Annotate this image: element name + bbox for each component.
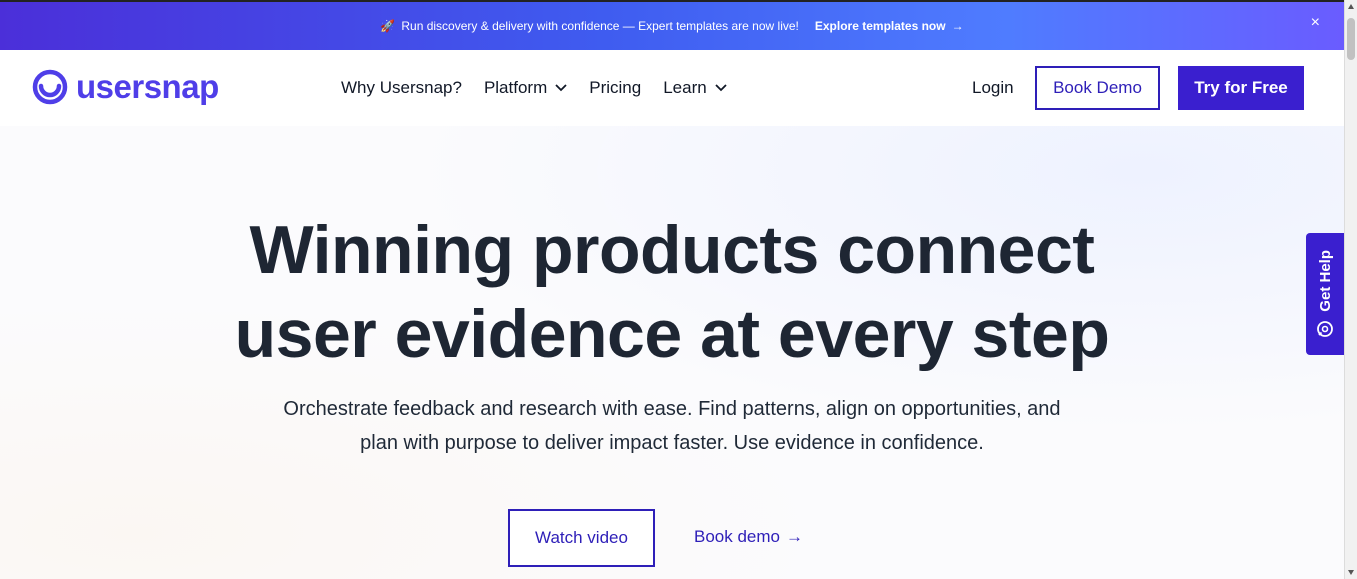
scroll-down-icon[interactable] <box>1348 570 1354 575</box>
nav-menu: Why Usersnap? Platform Pricing Learn <box>341 78 727 98</box>
help-chat-icon <box>1317 320 1333 337</box>
announcement-bar: 🚀 Run discovery & delivery with confiden… <box>0 0 1344 50</box>
explore-templates-link[interactable]: Explore templates now → <box>815 19 964 33</box>
nav-item-label: Why Usersnap? <box>341 78 462 97</box>
announcement-message: Run discovery & delivery with confidence… <box>401 19 799 33</box>
try-for-free-button[interactable]: Try for Free <box>1178 66 1304 110</box>
book-demo-link-label: Book demo <box>694 527 780 546</box>
announcement-message-group: 🚀 Run discovery & delivery with confiden… <box>380 19 798 33</box>
hero-headline: Winning products connect user evidence a… <box>0 208 1344 376</box>
login-link[interactable]: Login <box>972 78 1014 98</box>
book-demo-link[interactable]: Book demo → <box>694 527 803 547</box>
nav-item-platform[interactable]: Platform <box>484 78 567 98</box>
headline-line-1: Winning products connect <box>249 212 1095 288</box>
book-demo-button[interactable]: Book Demo <box>1035 66 1160 110</box>
nav-item-why-usersnap[interactable]: Why Usersnap? <box>341 78 462 98</box>
headline-line-2: user evidence at every step <box>234 296 1110 372</box>
hero-section: Winning products connect user evidence a… <box>0 126 1344 579</box>
get-help-tab[interactable]: Get Help <box>1306 233 1344 355</box>
explore-templates-label: Explore templates now <box>814 19 946 33</box>
chevron-down-icon <box>555 84 567 92</box>
nav-item-learn[interactable]: Learn <box>663 78 727 98</box>
logo-wordmark: usersnap <box>76 68 219 105</box>
scroll-up-icon[interactable] <box>1348 4 1354 9</box>
nav-item-label: Platform <box>483 78 548 97</box>
chevron-down-icon <box>715 84 727 92</box>
arrow-right-icon: → <box>786 527 803 546</box>
page-scrollbar[interactable] <box>1344 0 1357 579</box>
get-help-label: Get Help <box>1316 250 1334 312</box>
arrow-right-icon: → <box>951 19 964 33</box>
scrollbar-thumb[interactable] <box>1347 18 1355 60</box>
rocket-icon: 🚀 <box>380 19 396 33</box>
nav-item-label: Pricing <box>589 78 642 97</box>
watch-video-button[interactable]: Watch video <box>508 509 655 567</box>
main-navigation: usersnap Why Usersnap? Platform Pricing … <box>0 50 1344 126</box>
usersnap-logo[interactable]: usersnap <box>32 68 219 106</box>
close-icon[interactable]: × <box>1311 14 1320 32</box>
usersnap-logo-icon <box>32 69 68 105</box>
nav-item-pricing[interactable]: Pricing <box>589 78 641 98</box>
nav-item-label: Learn <box>663 78 707 97</box>
hero-subcopy: Orchestrate feedback and research with e… <box>283 398 1061 454</box>
